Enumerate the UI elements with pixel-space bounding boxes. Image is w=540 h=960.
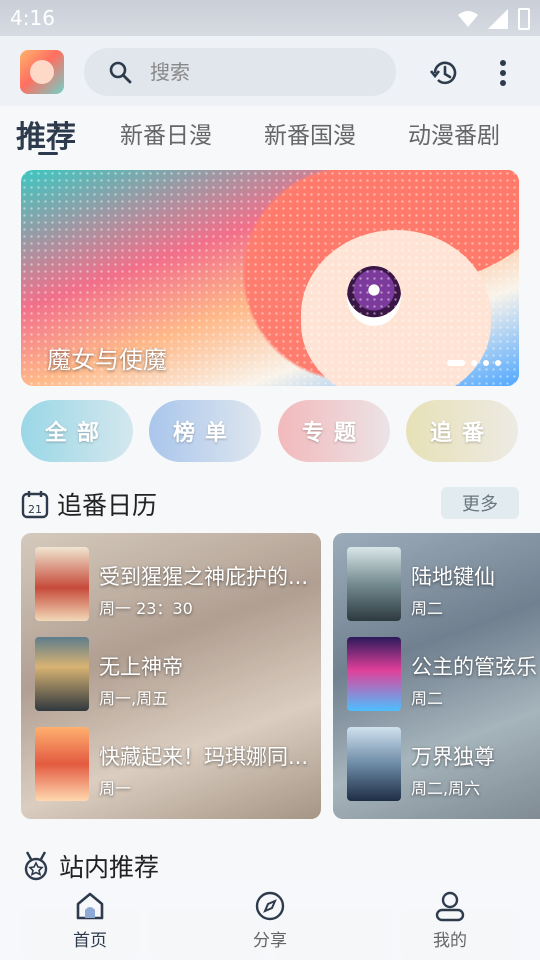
active-tab-indicator bbox=[38, 152, 58, 155]
list-item[interactable]: 公主的管弦乐 周二 bbox=[347, 637, 540, 713]
pager-dot bbox=[495, 360, 501, 366]
air-time: 周二 bbox=[411, 689, 444, 708]
cover-thumbnail bbox=[347, 637, 401, 711]
air-time: 周一,周五 bbox=[99, 689, 169, 708]
anime-title: 无上神帝 bbox=[99, 655, 183, 679]
air-time: 周二 bbox=[411, 599, 444, 618]
nav-home[interactable]: 首页 bbox=[50, 890, 130, 951]
calendar-title: 追番日历 bbox=[57, 491, 158, 520]
schedule-card-monday: 受到猩猩之神庇护的... 周一 23：30 无上神帝 周一,周五 快藏起来！玛琪… bbox=[21, 533, 321, 819]
banner-pager bbox=[447, 360, 501, 366]
list-item[interactable]: 万界独尊 周二,周六 bbox=[347, 727, 540, 803]
avatar[interactable] bbox=[20, 50, 64, 94]
medal-icon bbox=[24, 851, 48, 881]
wifi-icon bbox=[458, 11, 478, 27]
air-time: 周一 bbox=[99, 779, 132, 798]
air-time: 周二,周六 bbox=[411, 779, 481, 798]
status-time: 4:16 bbox=[10, 6, 55, 30]
signal-icon bbox=[488, 9, 508, 29]
nav-share-label: 分享 bbox=[253, 931, 287, 951]
tab-recommend[interactable]: 推荐 bbox=[16, 112, 76, 156]
cover-thumbnail bbox=[35, 637, 89, 711]
cover-thumbnail bbox=[35, 727, 89, 801]
bottom-navigation: 首页 分享 我的 bbox=[0, 882, 540, 960]
compass-icon bbox=[255, 891, 285, 921]
following-button[interactable]: 追番 bbox=[406, 400, 518, 462]
cover-thumbnail bbox=[35, 547, 89, 621]
pager-active bbox=[447, 360, 465, 366]
nav-share[interactable]: 分享 bbox=[230, 890, 310, 951]
list-item[interactable]: 快藏起来！玛琪娜同... 周一 bbox=[35, 727, 315, 803]
home-icon bbox=[76, 892, 104, 920]
search-input[interactable] bbox=[148, 59, 372, 85]
recommend-title: 站内推荐 bbox=[59, 853, 160, 882]
ranking-button[interactable]: 榜单 bbox=[149, 400, 261, 462]
recommend-header: 站内推荐 bbox=[21, 848, 159, 884]
top-bar bbox=[0, 36, 540, 106]
nav-profile[interactable]: 我的 bbox=[410, 890, 490, 951]
list-item[interactable]: 陆地键仙 周二 bbox=[347, 547, 540, 623]
pager-dot bbox=[471, 360, 477, 366]
tab-new-chinese-anime[interactable]: 新番国漫 bbox=[264, 116, 356, 150]
search-bar[interactable] bbox=[84, 48, 396, 96]
nav-profile-label: 我的 bbox=[433, 931, 467, 951]
cover-thumbnail bbox=[347, 547, 401, 621]
schedule-card-tuesday: 陆地键仙 周二 公主的管弦乐 周二 万界独尊 周二,周六 bbox=[333, 533, 540, 819]
anime-title: 受到猩猩之神庇护的... bbox=[99, 565, 309, 589]
calendar-icon: 21 bbox=[21, 491, 49, 519]
svg-text:21: 21 bbox=[28, 503, 42, 516]
calendar-more-button[interactable]: 更多 bbox=[441, 487, 519, 519]
category-tabs: 推荐 新番日漫 新番国漫 动漫番剧 bbox=[0, 106, 540, 164]
list-item[interactable]: 受到猩猩之神庇护的... 周一 23：30 bbox=[35, 547, 315, 623]
more-menu-icon[interactable] bbox=[494, 58, 512, 88]
nav-home-label: 首页 bbox=[73, 931, 107, 951]
battery-icon bbox=[518, 8, 530, 30]
anime-title: 陆地键仙 bbox=[411, 565, 495, 589]
history-icon[interactable] bbox=[430, 58, 460, 88]
list-item[interactable]: 无上神帝 周一,周五 bbox=[35, 637, 315, 713]
air-time: 周一 23：30 bbox=[99, 599, 193, 618]
calendar-header: 21 追番日历 bbox=[21, 486, 157, 522]
featured-banner[interactable]: 魔女与使魔 bbox=[21, 170, 519, 386]
tab-anime-series[interactable]: 动漫番剧 bbox=[408, 116, 500, 150]
banner-title: 魔女与使魔 bbox=[47, 346, 167, 374]
anime-title: 快藏起来！玛琪娜同... bbox=[99, 745, 309, 769]
anime-title: 万界独尊 bbox=[411, 745, 495, 769]
pager-dot bbox=[483, 360, 489, 366]
tab-new-japanese-anime[interactable]: 新番日漫 bbox=[120, 116, 212, 150]
user-icon bbox=[435, 891, 465, 922]
anime-title: 公主的管弦乐 bbox=[411, 655, 537, 679]
status-bar: 4:16 bbox=[0, 0, 540, 36]
topics-button[interactable]: 专题 bbox=[278, 400, 390, 462]
cover-thumbnail bbox=[347, 727, 401, 801]
search-icon bbox=[109, 61, 132, 84]
all-button[interactable]: 全部 bbox=[21, 400, 133, 462]
